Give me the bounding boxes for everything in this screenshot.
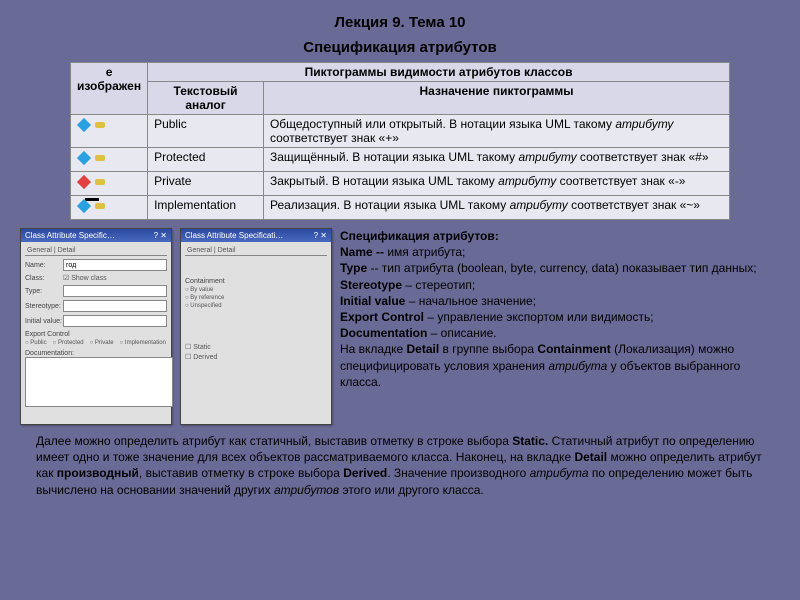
dialog-titlebar: Class Attribute Specific… ? ✕ [21, 229, 171, 242]
lecture-subtitle: Спецификация атрибутов [0, 39, 800, 56]
col-purpose: Назначение пиктограммы [263, 82, 729, 115]
private-icon [77, 174, 107, 190]
bottom-paragraph: Далее можно определить атрибут как стати… [0, 429, 800, 498]
visibility-table: е изображен Пиктограммы видимости атрибу… [70, 62, 730, 220]
vis-text: Implementation [148, 196, 264, 220]
dialog-title: Class Attribute Specific… [25, 231, 115, 240]
containment-radios[interactable]: By value By reference Unspecified [185, 287, 327, 309]
class-label: Class: [25, 275, 63, 282]
type-field[interactable] [63, 285, 167, 297]
table-main-header: Пиктограммы видимости атрибутов классов [148, 63, 730, 82]
dialog-title: Class Attribute Specificati… [185, 231, 283, 240]
dialog-tabs[interactable]: General | Detail [185, 246, 327, 256]
stereotype-label: Stereotype: [25, 303, 63, 310]
col-text-analog: Текстовый аналог [148, 82, 264, 115]
initial-value-field[interactable] [63, 315, 167, 327]
attribute-spec-dialog-general: Class Attribute Specific… ? ✕ General | … [20, 228, 172, 425]
spec-description: Спецификация атрибутов: Name -- имя атри… [340, 228, 780, 425]
lecture-title: Лекция 9. Тема 10 [0, 0, 800, 39]
stereotype-field[interactable] [63, 300, 167, 312]
initial-value-label: Initial value: [25, 318, 63, 325]
table-row: Private Закрытый. В нотации языка UML та… [71, 172, 730, 196]
type-label: Type: [25, 288, 63, 295]
table-row: Implementation Реализация. В нотации язы… [71, 196, 730, 220]
containment-label: Containment [185, 278, 327, 285]
static-checkbox[interactable]: Static [185, 343, 327, 351]
close-icon[interactable]: ? ✕ [154, 231, 167, 240]
export-control-radios[interactable]: PublicProtectedPrivateImplementation [25, 340, 167, 346]
name-label: Name: [25, 262, 63, 269]
implementation-icon [77, 198, 107, 214]
attribute-spec-dialog-detail: Class Attribute Specificati… ? ✕ General… [180, 228, 332, 425]
close-icon[interactable]: ? ✕ [314, 231, 327, 240]
table-row: Protected Защищённый. В нотации языка UM… [71, 148, 730, 172]
dialog-tabs[interactable]: General | Detail [25, 246, 167, 256]
name-field[interactable] [63, 259, 167, 271]
public-icon [77, 117, 107, 133]
dialog-titlebar: Class Attribute Specificati… ? ✕ [181, 229, 331, 242]
show-class-checkbox[interactable]: ☑ Show class [63, 274, 107, 282]
table-row: Public Общедоступный или открытый. В нот… [71, 115, 730, 148]
documentation-field[interactable] [25, 357, 173, 407]
derived-checkbox[interactable]: Derived [185, 353, 327, 361]
export-control-label: Export Control [25, 331, 167, 338]
documentation-label: Documentation: [25, 350, 167, 357]
vis-text: Protected [148, 148, 264, 172]
vis-text: Private [148, 172, 264, 196]
col-image: е изображен [71, 63, 148, 115]
protected-icon [77, 150, 107, 166]
vis-text: Public [148, 115, 264, 148]
